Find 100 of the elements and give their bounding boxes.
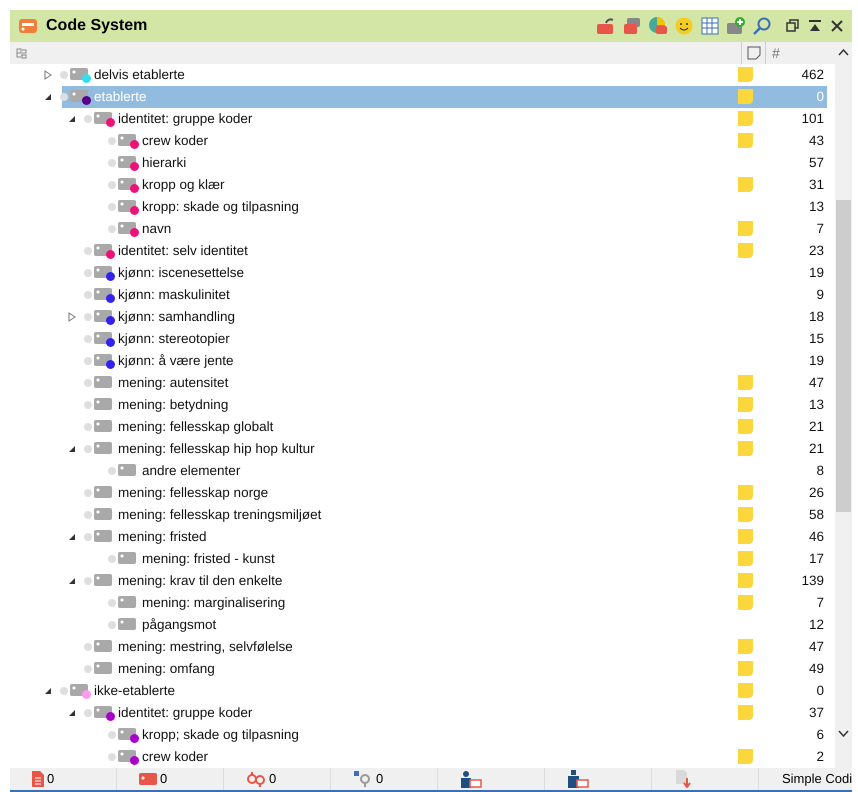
tag-icon — [118, 552, 136, 564]
scroll-up-icon[interactable] — [838, 49, 849, 56]
user-icon — [460, 770, 482, 788]
tag-icon — [118, 464, 136, 476]
tree-icon[interactable] — [16, 48, 27, 58]
code-label[interactable]: mening: mestring, selvfølelse — [118, 639, 293, 655]
code-label[interactable]: kjønn: å være jente — [118, 353, 234, 369]
tag-icon — [94, 640, 112, 652]
count-value: 26 — [808, 485, 824, 501]
expanded-arrow-icon[interactable] — [68, 444, 76, 454]
count-value: 23 — [808, 243, 824, 259]
count-value: 0 — [816, 683, 824, 699]
status-item[interactable]: 0 — [331, 768, 438, 790]
tag-icon — [94, 662, 112, 674]
count-column-header[interactable]: # — [772, 42, 780, 64]
collapsed-arrow-icon[interactable] — [68, 312, 76, 322]
expanded-arrow-icon[interactable] — [44, 92, 52, 102]
scroll-down-icon[interactable] — [838, 730, 849, 737]
variable-icon — [353, 771, 373, 787]
smiley-icon[interactable] — [674, 16, 694, 36]
expanded-arrow-icon[interactable] — [68, 532, 76, 542]
code-label[interactable]: crew koder — [142, 133, 208, 149]
memo-column-icon[interactable] — [746, 46, 760, 60]
table-icon[interactable] — [700, 16, 720, 36]
tag-icon — [94, 376, 112, 388]
count-value: 2 — [816, 749, 824, 765]
count-value: 18 — [808, 309, 824, 325]
code-label[interactable]: mening: fellesskap hip hop kultur — [118, 441, 315, 457]
count-value: 21 — [808, 419, 824, 435]
close-icon[interactable] — [830, 19, 844, 33]
tag-icon — [118, 618, 136, 630]
code-label[interactable]: crew koder — [142, 749, 208, 765]
code-label[interactable]: delvis etablerte — [94, 67, 185, 83]
count-value: 49 — [808, 661, 824, 677]
status-item[interactable]: 0 — [117, 768, 224, 790]
code-label[interactable]: mening: autensitet — [118, 375, 228, 391]
expanded-arrow-icon[interactable] — [68, 114, 76, 124]
code-label[interactable]: kjønn: samhandling — [118, 309, 236, 325]
scrollbar[interactable] — [835, 42, 852, 768]
code-label[interactable]: mening: fellesskap globalt — [118, 419, 274, 435]
code-label[interactable]: hierarki — [142, 155, 186, 171]
code-label[interactable]: navn — [142, 221, 172, 237]
count-value: 9 — [816, 287, 824, 303]
count-value: 17 — [808, 551, 824, 567]
code-label[interactable]: kjønn: stereotopier — [118, 331, 230, 347]
code-label[interactable]: identitet: gruppe koder — [118, 705, 252, 721]
tag-icon — [94, 420, 112, 432]
document-icon — [32, 771, 44, 787]
code-label[interactable]: mening: krav til den enkelte — [118, 573, 282, 589]
restore-icon[interactable] — [786, 19, 800, 33]
count-value: 139 — [801, 573, 824, 589]
count-value: 19 — [808, 265, 824, 281]
count-value: 21 — [808, 441, 824, 457]
expanded-arrow-icon[interactable] — [44, 686, 52, 696]
tag-arrow-icon[interactable] — [596, 16, 616, 36]
code-label[interactable]: mening: fellesskap treningsmiljøet — [118, 507, 322, 523]
expanded-arrow-icon[interactable] — [68, 576, 76, 586]
search-icon[interactable] — [752, 16, 772, 36]
count-value: 15 — [808, 331, 824, 347]
count-value: 8 — [816, 463, 824, 479]
code-label[interactable]: kropp; skade og tilpasning — [142, 727, 299, 743]
code-label[interactable]: kjønn: iscenesettelse — [118, 265, 244, 281]
tag-icon — [94, 530, 112, 542]
code-label[interactable]: kropp og klær — [142, 177, 225, 193]
count-value: 462 — [801, 67, 824, 83]
expanded-arrow-icon[interactable] — [68, 708, 76, 718]
collapsed-arrow-icon[interactable] — [44, 70, 52, 80]
count-value: 12 — [808, 617, 824, 633]
count-value: 0 — [816, 89, 824, 105]
add-tag-icon[interactable] — [726, 16, 746, 36]
code-label[interactable]: mening: omfang — [118, 661, 215, 677]
tag-icon — [94, 508, 112, 520]
code-label[interactable]: identitet: gruppe koder — [118, 111, 252, 127]
tag-icon — [94, 398, 112, 410]
scrollbar-thumb[interactable] — [836, 200, 851, 512]
collapse-icon[interactable] — [808, 19, 822, 33]
status-item[interactable]: 0 — [10, 768, 117, 790]
code-label[interactable]: ikke-etablerte — [94, 683, 176, 699]
count-value: 13 — [808, 397, 824, 413]
code-label[interactable]: identitet: selv identitet — [118, 243, 248, 259]
code-label[interactable]: mening: fristed - kunst — [142, 551, 275, 567]
code-label[interactable]: kjønn: maskulinitet — [118, 287, 230, 303]
count-value: 57 — [808, 155, 824, 171]
code-label[interactable]: pågangsmot — [142, 617, 216, 633]
count-value: 101 — [801, 111, 824, 127]
count-value: 37 — [808, 705, 824, 721]
code-label[interactable]: andre elementer — [142, 463, 240, 479]
code-label[interactable]: mening: marginalisering — [142, 595, 286, 611]
code-label[interactable]: mening: fristed — [118, 529, 207, 545]
code-label[interactable]: mening: fellesskap norge — [118, 485, 268, 501]
status-item[interactable]: 0 — [224, 768, 331, 790]
code-label[interactable]: mening: betydning — [118, 397, 228, 413]
tags-icon[interactable] — [622, 16, 642, 36]
status-item[interactable]: Simple Codi — [759, 768, 852, 790]
code-label[interactable]: kropp: skade og tilpasning — [142, 199, 299, 215]
count-value: 7 — [816, 221, 824, 237]
palette-tag-icon[interactable] — [648, 16, 668, 36]
count-value: 58 — [808, 507, 824, 523]
count-value: 46 — [808, 529, 824, 545]
count-value: 19 — [808, 353, 824, 369]
